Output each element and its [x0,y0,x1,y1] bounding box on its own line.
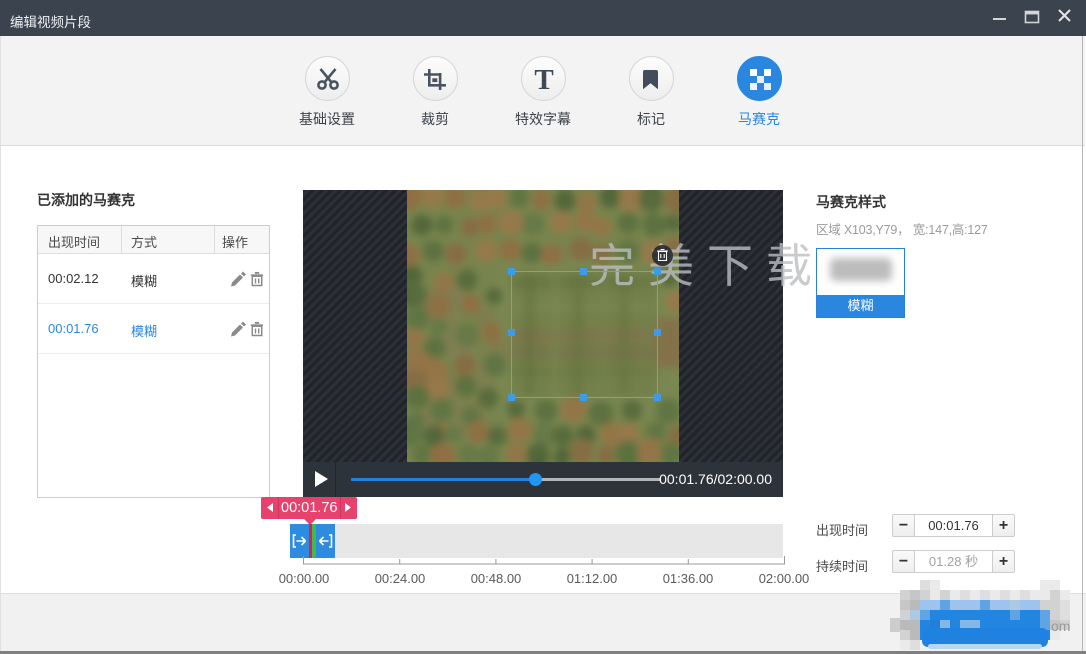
svg-text:om: om [1051,618,1070,634]
